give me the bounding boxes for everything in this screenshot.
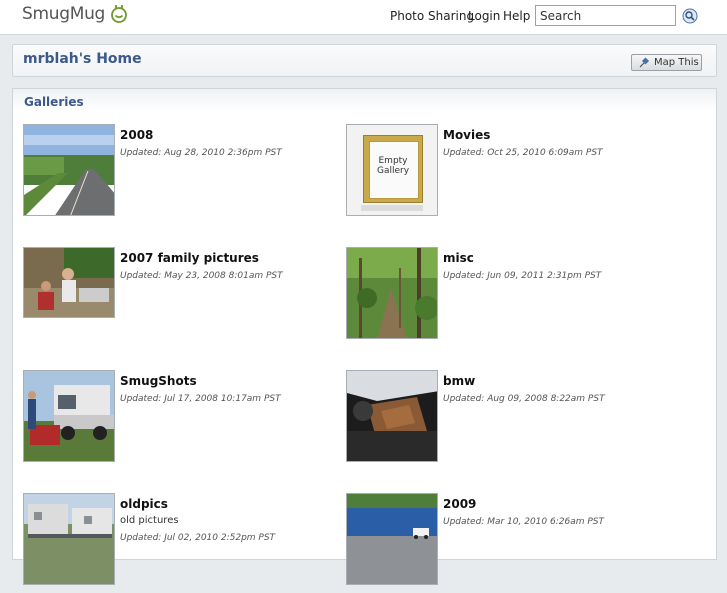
family-photo (24, 248, 114, 317)
gallery-thumbnail[interactable] (346, 247, 438, 339)
gallery-updated: Updated: Aug 09, 2008 8:22am PST (443, 394, 605, 404)
search-input[interactable] (535, 5, 676, 26)
nav-photo-sharing[interactable]: Photo Sharing (390, 9, 474, 23)
gallery-name[interactable]: 2009 (443, 497, 476, 511)
nav-help[interactable]: Help (503, 9, 530, 23)
page-header-panel: mrblah's Home Map This (12, 44, 717, 77)
gallery-frame-icon: Empty Gallery (363, 135, 423, 203)
gallery-item[interactable]: SmugShots Updated: Jul 17, 2008 10:17am … (23, 370, 343, 470)
gallery-updated: Updated: Jun 09, 2011 2:31pm PST (443, 271, 602, 281)
gallery-thumbnail[interactable] (23, 247, 115, 318)
gallery-thumbnail[interactable] (23, 124, 115, 216)
gallery-name[interactable]: Movies (443, 128, 490, 142)
gallery-item[interactable]: 2007 family pictures Updated: May 23, 20… (23, 247, 343, 347)
gallery-item[interactable]: oldpics old pictures Updated: Jul 02, 20… (23, 493, 343, 593)
gallery-item[interactable]: bmw Updated: Aug 09, 2008 8:22am PST (346, 370, 666, 470)
gallery-name[interactable]: oldpics (120, 497, 168, 511)
gallery-description: old pictures (120, 515, 179, 526)
gallery-item[interactable]: 2009 Updated: Mar 10, 2010 6:26am PST (346, 493, 666, 593)
map-this-label: Map This (654, 57, 699, 68)
trailers-photo (24, 494, 114, 584)
gallery-thumbnail[interactable] (23, 493, 115, 585)
page-title: mrblah's Home (23, 51, 142, 67)
gallery-updated: Updated: Aug 28, 2010 2:36pm PST (120, 148, 282, 158)
highway-photo (24, 125, 114, 215)
gallery-updated: Updated: Mar 10, 2010 6:26am PST (443, 517, 604, 527)
gallery-name[interactable]: 2007 family pictures (120, 251, 259, 265)
gallery-thumbnail[interactable] (346, 493, 438, 585)
smugmug-smile-icon[interactable] (110, 3, 128, 23)
gallery-item[interactable]: 2008 Updated: Aug 28, 2010 2:36pm PST (23, 124, 343, 224)
gallery-updated: Updated: Oct 25, 2010 6:09am PST (443, 148, 603, 158)
car-interior-photo (347, 371, 437, 461)
gallery-updated: Updated: May 23, 2008 8:01am PST (120, 271, 283, 281)
gallery-name[interactable]: SmugShots (120, 374, 197, 388)
gallery-thumbnail[interactable]: Empty Gallery (346, 124, 438, 216)
empty-gallery-label: Empty Gallery (376, 156, 410, 176)
truck-photo (24, 371, 114, 461)
pushpin-icon (639, 57, 650, 68)
gallery-name[interactable]: misc (443, 251, 474, 265)
galleries-title: Galleries (24, 95, 84, 109)
gallery-thumbnail[interactable] (346, 370, 438, 462)
gallery-name[interactable]: 2008 (120, 128, 153, 142)
nav-login[interactable]: Login (468, 9, 500, 23)
gallery-updated: Updated: Jul 17, 2008 10:17am PST (120, 394, 281, 404)
gallery-name[interactable]: bmw (443, 374, 475, 388)
search-icon[interactable] (682, 8, 698, 24)
gallery-item[interactable]: Empty Gallery Movies Updated: Oct 25, 20… (346, 124, 666, 224)
forest-photo (347, 248, 437, 338)
gallery-thumbnail[interactable] (23, 370, 115, 462)
gallery-updated: Updated: Jul 02, 2010 2:52pm PST (120, 533, 276, 543)
galleries-panel: Galleries 2008 Updated: Aug 28, 2010 2:3… (12, 88, 717, 585)
galleries-header: Galleries (13, 89, 716, 111)
blue-wall-photo (347, 494, 437, 584)
smugmug-logo-text[interactable]: SmugMug (22, 4, 105, 24)
gallery-item[interactable]: misc Updated: Jun 09, 2011 2:31pm PST (346, 247, 666, 347)
top-bar: SmugMug Photo Sharing Login Help (0, 0, 727, 35)
map-this-button[interactable]: Map This (631, 54, 702, 71)
